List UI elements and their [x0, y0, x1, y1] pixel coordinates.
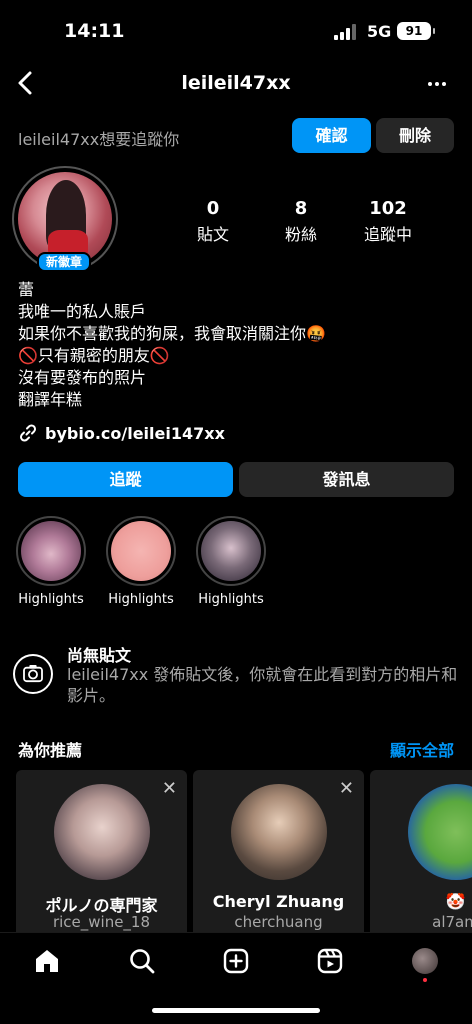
reels-icon[interactable] — [316, 947, 344, 975]
signal-icon — [334, 24, 358, 40]
delete-button[interactable]: 刪除 — [376, 118, 454, 153]
bio-line: 如果你不喜歡我的狗屎，我會取消關注你🤬 — [18, 324, 326, 343]
followers-stat[interactable]: 8 粉絲 — [274, 198, 328, 245]
home-icon[interactable] — [33, 947, 61, 975]
confirm-button[interactable]: 確認 — [292, 118, 371, 153]
bio-line: 我唯一的私人賬戶 — [18, 302, 147, 321]
suggestion-name: 🤡 — [445, 892, 466, 911]
posts-count: 0 — [206, 198, 220, 219]
battery-icon: 91 — [397, 22, 435, 40]
profile-avatar-nav[interactable] — [412, 948, 438, 974]
suggestion-card[interactable]: ✕ Cheryl Zhuang cherchuang — [193, 770, 364, 940]
no-posts-title: 尚無貼文 — [67, 646, 132, 665]
suggestion-avatar — [408, 784, 472, 880]
highlight-cover — [201, 521, 261, 581]
following-count: 102 — [369, 198, 407, 219]
bio-link-text: bybio.co/leilei147xx — [45, 423, 225, 443]
posts-label: 貼文 — [196, 225, 229, 244]
new-badge[interactable]: 新徽章 — [37, 252, 91, 272]
see-all-link[interactable]: 顯示全部 — [390, 737, 454, 761]
link-icon — [19, 424, 37, 442]
search-icon[interactable] — [128, 947, 156, 975]
highlight-cover — [111, 521, 171, 581]
followers-label: 粉絲 — [284, 225, 317, 244]
highlight-item[interactable]: Highlights — [14, 516, 88, 607]
bio-name: 蕾 — [18, 280, 35, 299]
bio-line: 翻譯年糕 — [18, 390, 83, 409]
highlight-cover — [21, 521, 81, 581]
no-posts-description: leileil47xx 發佈貼文後，你就會在此看到對方的相片和影片。 — [67, 665, 458, 705]
bio-line: 🚫只有親密的朋友🚫 — [18, 346, 170, 365]
highlight-label: Highlights — [198, 592, 264, 607]
message-button[interactable]: 發訊息 — [239, 462, 454, 497]
suggestion-name: Cheryl Zhuang — [212, 892, 345, 911]
suggestion-card[interactable]: ✕ ポルノの専門家 rice_wine_18 — [16, 770, 187, 940]
highlight-label: Highlights — [108, 592, 174, 607]
status-bar: 14:11 5G 91 — [0, 0, 472, 62]
create-post-icon[interactable] — [222, 947, 250, 975]
suggestion-avatar — [231, 784, 327, 880]
suggestion-card[interactable]: 🤡 al7am — [370, 770, 472, 940]
followers-count: 8 — [294, 198, 308, 219]
follow-request-text: leileil47xx想要追蹤你 — [18, 130, 180, 149]
suggestion-handle: cherchuang — [234, 913, 323, 931]
close-icon[interactable]: ✕ — [162, 778, 177, 799]
following-stat[interactable]: 102 追蹤中 — [356, 198, 420, 245]
network-label: 5G — [367, 22, 392, 41]
suggestion-avatar — [54, 784, 150, 880]
suggestion-handle: al7am — [432, 913, 472, 931]
close-icon[interactable]: ✕ — [339, 778, 354, 799]
status-time: 14:11 — [64, 20, 125, 42]
bio-link[interactable]: bybio.co/leilei147xx — [18, 422, 225, 444]
home-indicator — [152, 1008, 320, 1013]
camera-icon — [13, 654, 53, 694]
more-options-icon[interactable] — [428, 82, 448, 88]
profile-bio: 蕾 我唯一的私人賬戶 如果你不喜歡我的狗屎，我會取消關注你🤬 🚫只有親密的朋友🚫… — [18, 279, 458, 411]
notification-dot — [423, 978, 427, 982]
suggestion-handle: rice_wine_18 — [52, 913, 151, 931]
highlight-label: Highlights — [18, 592, 84, 607]
posts-stat: 0 貼文 — [188, 198, 238, 245]
highlight-item[interactable]: Highlights — [104, 516, 178, 607]
profile-header: leileil47xx — [0, 62, 472, 106]
bio-line: 沒有要發布的照片 — [18, 368, 147, 387]
page-title: leileil47xx — [181, 72, 291, 94]
follow-request-row: leileil47xx想要追蹤你 確認 刪除 — [0, 118, 472, 154]
suggestions-title: 為你推薦 — [18, 741, 83, 760]
highlight-item[interactable]: Highlights — [194, 516, 268, 607]
following-label: 追蹤中 — [363, 225, 412, 244]
follow-button[interactable]: 追蹤 — [18, 462, 233, 497]
